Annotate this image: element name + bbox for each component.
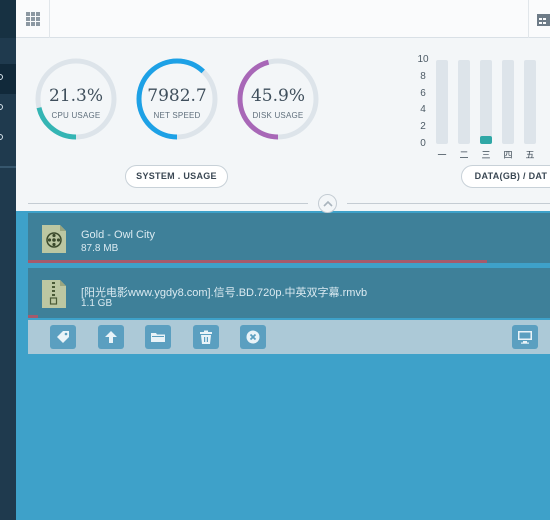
download-progress-bar: [28, 315, 39, 318]
upload-button[interactable]: [98, 325, 124, 349]
x-tick-label: 五: [525, 150, 535, 160]
x-tick-label: 一: [437, 150, 447, 160]
chevron-up-icon: [323, 200, 333, 207]
collapse-button[interactable]: [318, 194, 337, 213]
download-name: Gold - Owl City: [81, 229, 155, 241]
close-circle-icon: [246, 330, 260, 344]
y-tick-label: 8: [420, 70, 426, 82]
monitor-icon: [518, 331, 532, 344]
y-tick-label: 2: [420, 121, 426, 133]
bar-track: [436, 60, 448, 144]
archive-file-icon: [42, 280, 66, 308]
delete-button[interactable]: [193, 325, 219, 349]
top-bar: [16, 0, 550, 38]
divider-left: [28, 203, 308, 204]
x-tick-label: 四: [503, 150, 513, 160]
music-file-icon: [42, 225, 66, 253]
grid-menu-icon: [26, 12, 40, 26]
calendar-icon: [537, 14, 550, 26]
action-toolbar: [28, 320, 550, 354]
open-folder-button[interactable]: [145, 325, 171, 349]
y-tick-label: 0: [420, 138, 426, 149]
data-usage-chart: 10 8 6 4 2 0 一 二 三 四 五: [16, 38, 550, 198]
x-tick-label: 三: [481, 150, 491, 160]
grid-menu-button[interactable]: [16, 0, 50, 38]
download-item[interactable]: Gold - Owl City 87.8 MB: [28, 213, 550, 263]
bar-track: [502, 60, 514, 144]
bar-track: [458, 60, 470, 144]
y-tick-label: 4: [420, 104, 426, 116]
download-size: 1.1 GB: [81, 298, 113, 309]
sidebar-item-3-icon[interactable]: [0, 134, 3, 140]
arrow-up-icon: [105, 331, 117, 343]
bar: [480, 135, 492, 144]
download-name: [阳光电影www.ygdy8.com].信号.BD.720p.中英双字幕.rmv…: [81, 287, 368, 299]
tag-icon: [57, 331, 69, 343]
calendar-button[interactable]: [528, 0, 550, 38]
divider-right: [347, 203, 550, 204]
tag-button[interactable]: [50, 325, 76, 349]
download-item[interactable]: [阳光电影www.ygdy8.com].信号.BD.720p.中英双字幕.rmv…: [28, 268, 550, 318]
sidebar-item-selected[interactable]: [0, 64, 16, 94]
x-tick-label: 二: [459, 150, 469, 160]
y-tick-label: 6: [420, 87, 426, 99]
monitor-button[interactable]: [512, 325, 538, 349]
sidebar-item-2-icon[interactable]: [0, 104, 3, 110]
folder-icon: [151, 333, 165, 342]
trash-icon: [200, 330, 212, 344]
system-stats-panel: 21.3% CPU USAGE 7982.7 NET SPEED 45.9% D…: [16, 38, 550, 213]
download-progress-bar: [28, 260, 488, 263]
cancel-button[interactable]: [240, 325, 266, 349]
sidebar-header: [0, 0, 16, 38]
sidebar: [0, 0, 16, 520]
y-tick-label: 10: [417, 54, 429, 65]
bar-track: [524, 60, 536, 144]
bar-track: [480, 60, 492, 144]
download-size: 87.8 MB: [81, 243, 119, 254]
sidebar-divider: [0, 166, 16, 168]
